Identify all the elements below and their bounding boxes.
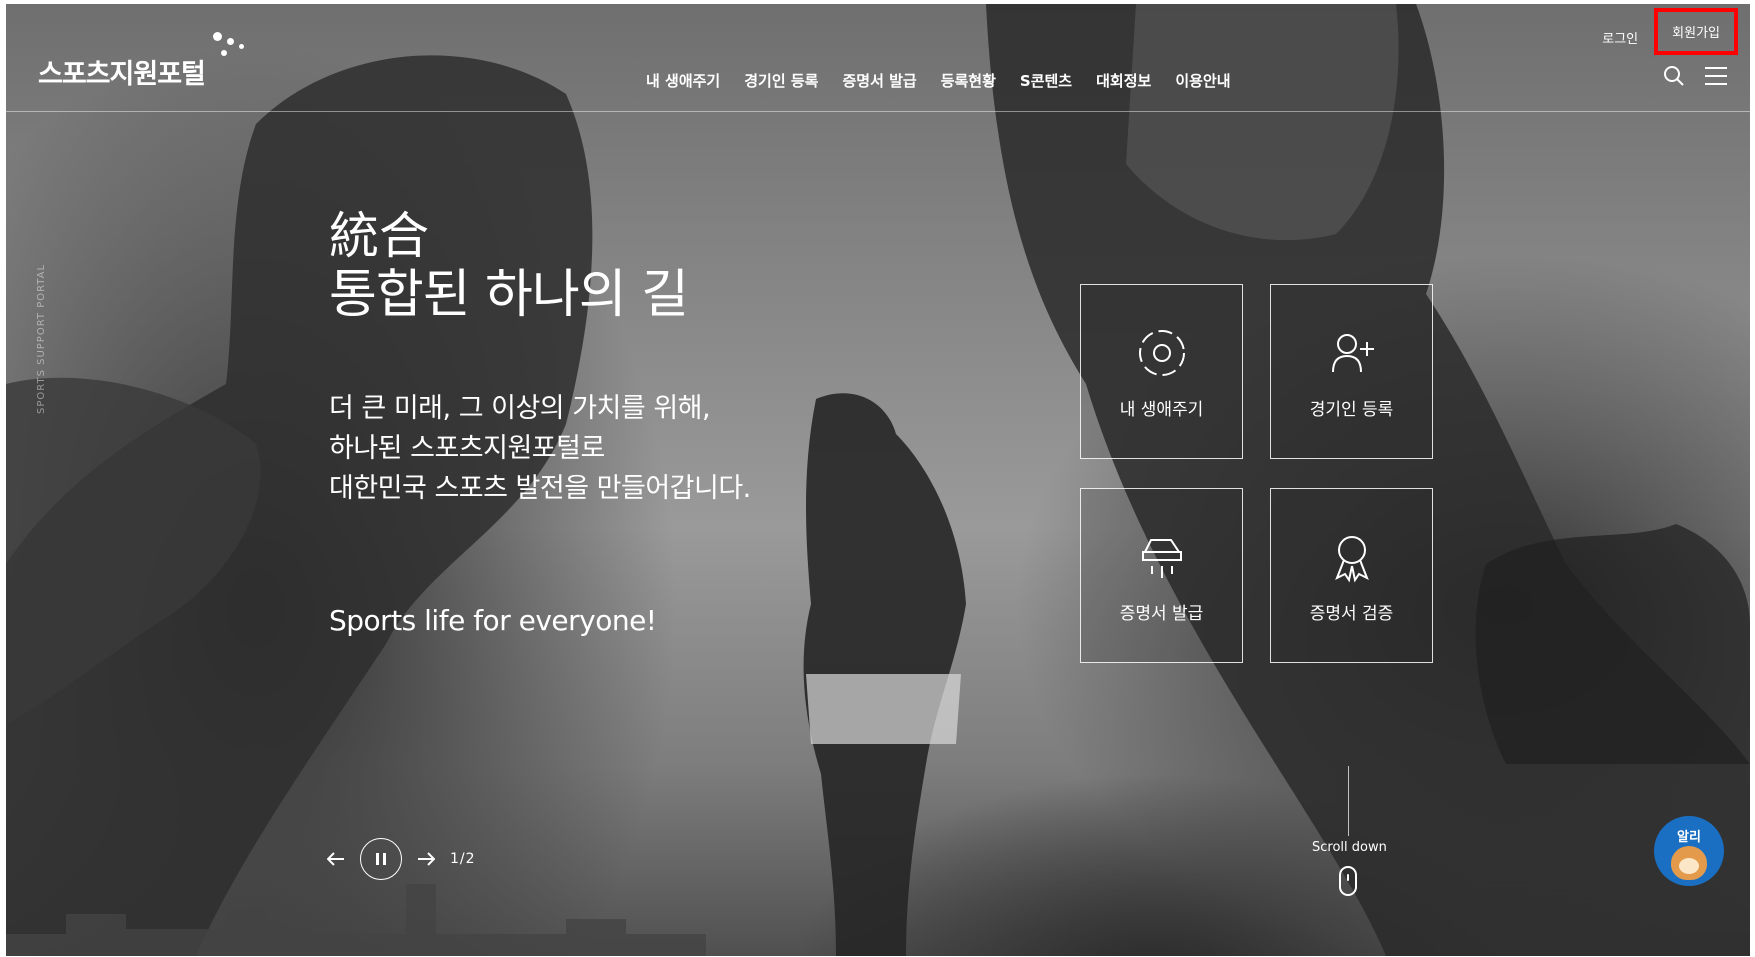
quick-tile-label: 증명서 발급 [1119,604,1204,624]
hero-description: 더 큰 미래, 그 이상의 가치를 위해, 하나된 스포츠지원포털로 대한민국 … [329,389,751,509]
quick-tile-label: 경기인 등록 [1309,400,1394,420]
hero-stage: 스포츠지원포털 내 생애주기 경기인 등록 증명서 발급 등록현황 S콘텐츠 대… [6,4,1750,956]
quick-tile-athlete-register[interactable]: 경기인 등록 [1270,284,1433,459]
lifecycle-icon [1134,325,1190,381]
signup-link[interactable]: 회원가입 [1654,8,1738,55]
quick-tile-certificate-issue[interactable]: 증명서 발급 [1080,488,1243,663]
nav-item-usage-guide[interactable]: 이용안내 [1175,70,1230,91]
quick-tile-label: 증명서 검증 [1309,604,1394,624]
nav-item-competition-info[interactable]: 대회정보 [1096,70,1151,91]
printer-icon [1134,529,1190,585]
chatbot-mascot-icon [1671,846,1707,880]
slider-controls: 1/2 [324,838,476,880]
search-icon[interactable] [1662,64,1686,88]
site-logo[interactable]: 스포츠지원포털 [38,32,257,91]
chatbot-label: 알리 [1677,830,1701,845]
util-links: 로그인 회원가입 [1602,8,1738,61]
chatbot-button[interactable]: 알리 [1654,816,1724,886]
quick-tile-lifecycle[interactable]: 내 생애주기 [1080,284,1243,459]
scroll-mouse-icon[interactable] [1339,866,1357,896]
hero-desc-line: 하나된 스포츠지원포털로 [329,433,605,464]
pause-button[interactable] [360,838,402,880]
nav-item-registration-status[interactable]: 등록현황 [941,70,996,91]
nav-item-lifecycle[interactable]: 내 생애주기 [646,70,720,91]
header-icons [1662,64,1728,88]
logo-dots-icon [207,32,257,72]
scroll-down-label: Scroll down [1312,840,1387,855]
quick-tile-certificate-verify[interactable]: 증명서 검증 [1270,488,1433,663]
logo-text: 스포츠지원포털 [38,59,206,90]
scroll-line [1348,766,1349,836]
hero-background-image [6,4,1750,956]
menu-icon[interactable] [1704,64,1728,88]
user-add-icon [1324,325,1380,381]
hero-desc-line: 더 큰 미래, 그 이상의 가치를 위해, [329,393,711,424]
site-header: 스포츠지원포털 내 생애주기 경기인 등록 증명서 발급 등록현황 S콘텐츠 대… [6,4,1750,112]
nav-item-certificate-issue[interactable]: 증명서 발급 [842,70,916,91]
hero-desc-line: 대한민국 스포츠 발전을 만들어갑니다. [329,473,751,504]
main-nav: 내 생애주기 경기인 등록 증명서 발급 등록현황 S콘텐츠 대회정보 이용안내 [646,70,1255,91]
pause-icon [376,853,386,865]
quick-tile-label: 내 생애주기 [1119,400,1204,420]
side-portal-label: SPORTS SUPPORT PORTAL [36,263,47,414]
slide-pager: 1/2 [450,851,476,867]
award-icon [1324,529,1380,585]
login-link[interactable]: 로그인 [1602,28,1638,47]
nav-item-athlete-register[interactable]: 경기인 등록 [744,70,818,91]
nav-item-s-contents[interactable]: S콘텐츠 [1020,70,1072,91]
next-arrow-icon[interactable] [414,847,438,871]
hero-slogan: Sports life for everyone! [329,604,657,637]
prev-arrow-icon[interactable] [324,847,348,871]
hero-title: 통합된 하나의 길 [329,265,689,325]
